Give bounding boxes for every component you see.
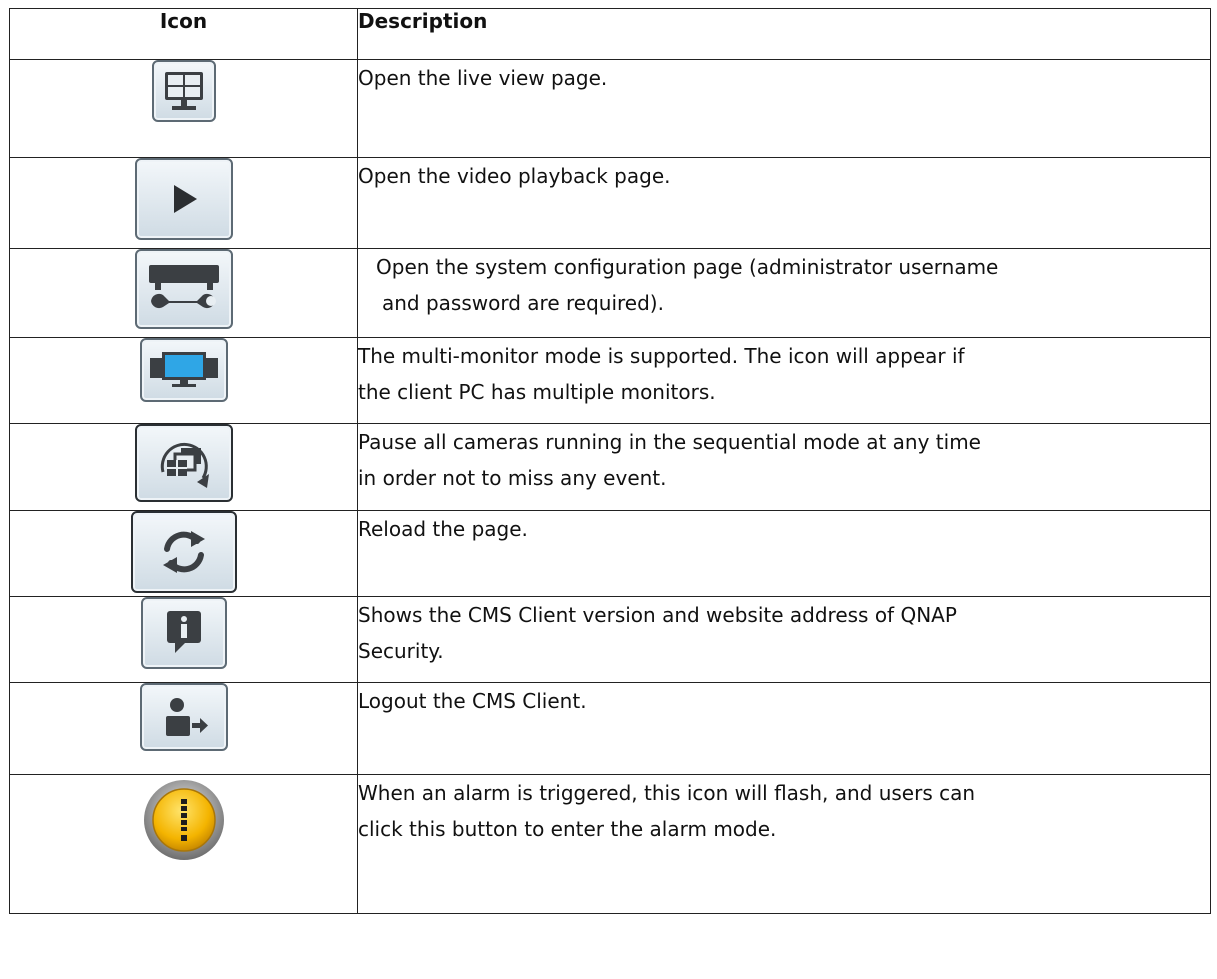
icon-cell	[9, 248, 358, 338]
live-view-monitor-icon	[151, 60, 216, 122]
icon-cell	[9, 423, 358, 511]
description-line: click this button to enter the alarm mod…	[358, 817, 777, 841]
description-cell: When an alarm is triggered, this icon wi…	[357, 774, 1211, 914]
info-icon	[140, 597, 227, 669]
description-cell: Logout the CMS Client.	[357, 682, 1211, 775]
description-line: in order not to miss any event.	[358, 466, 667, 490]
description-line: the client PC has multiple monitors.	[358, 380, 716, 404]
multi-monitor-icon	[139, 338, 228, 402]
description-line: Open the video playback page.	[358, 164, 671, 188]
description-line: Shows the CMS Client version and website…	[358, 603, 957, 627]
table-row: Open the live view page.	[9, 59, 1211, 158]
system-config-icon	[134, 249, 233, 329]
description-line: Logout the CMS Client.	[358, 689, 587, 713]
table-row: Pause all cameras running in the sequent…	[9, 423, 1211, 511]
icon-cell	[9, 774, 358, 914]
playback-icon	[134, 158, 233, 240]
description-cell: Open the video playback page.	[357, 157, 1211, 249]
description-line: Reload the page.	[358, 517, 528, 541]
description-cell: The multi-monitor mode is supported. The…	[357, 337, 1211, 424]
logout-icon	[139, 683, 228, 751]
description-line: Security.	[358, 639, 444, 663]
document-page: Icon Description Open the live view page…	[0, 0, 1217, 979]
table-row: Open the video playback page.	[9, 157, 1211, 249]
table-row: The multi-monitor mode is supported. The…	[9, 337, 1211, 424]
description-line: When an alarm is triggered, this icon wi…	[358, 781, 976, 805]
description-line: Open the system configuration page (admi…	[376, 255, 999, 279]
description-cell: Open the live view page.	[357, 59, 1211, 158]
table-row: Open the system configuration page (admi…	[9, 248, 1211, 338]
icon-cell	[9, 682, 358, 775]
pause-sequential-icon	[134, 424, 233, 502]
icon-cell	[9, 510, 358, 597]
description-line: The multi-monitor mode is supported. The…	[358, 344, 965, 368]
icon-cell	[9, 337, 358, 424]
icon-cell	[9, 59, 358, 158]
icon-description-table: Icon Description Open the live view page…	[9, 8, 1211, 914]
description-line: Pause all cameras running in the sequent…	[358, 430, 981, 454]
table-header-row: Icon Description	[9, 8, 1211, 60]
reload-icon	[130, 511, 237, 593]
description-cell: Shows the CMS Client version and website…	[357, 596, 1211, 683]
description-line: and password are required).	[382, 291, 664, 315]
description-line: Open the live view page.	[358, 66, 608, 90]
table-row: When an alarm is triggered, this icon wi…	[9, 774, 1211, 914]
table-row: Shows the CMS Client version and website…	[9, 596, 1211, 683]
header-icon: Icon	[9, 8, 358, 60]
table-row: Reload the page.	[9, 510, 1211, 597]
icon-cell	[9, 596, 358, 683]
icon-cell	[9, 157, 358, 249]
description-cell: Pause all cameras running in the sequent…	[357, 423, 1211, 511]
alarm-icon	[139, 775, 229, 865]
description-cell: Reload the page.	[357, 510, 1211, 597]
table-row: Logout the CMS Client.	[9, 682, 1211, 775]
description-cell: Open the system configuration page (admi…	[357, 248, 1211, 338]
header-description: Description	[357, 8, 1211, 60]
